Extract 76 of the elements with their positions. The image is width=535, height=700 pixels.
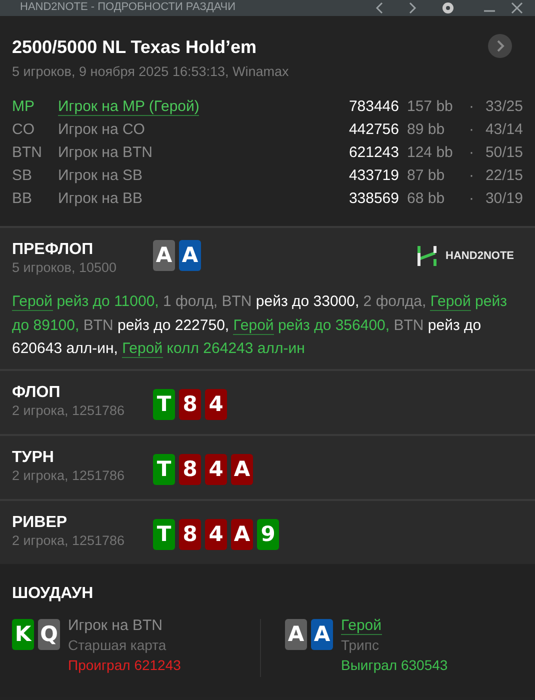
- playing-card: A: [311, 618, 333, 650]
- hero-link[interactable]: Герой: [341, 616, 382, 634]
- player-position: BTN: [12, 143, 43, 164]
- player-position: BB: [12, 189, 34, 210]
- separator-dot: ·: [469, 189, 475, 210]
- street-name: РИВЕР: [12, 512, 68, 532]
- settings-icon[interactable]: [442, 2, 454, 14]
- hero-link[interactable]: Герой: [12, 293, 53, 311]
- player-bb: 68 bb: [407, 189, 446, 210]
- player-stats: 33/25: [484, 97, 523, 118]
- player-position: SB: [12, 166, 34, 186]
- street-name: ФЛОП: [12, 382, 62, 402]
- playing-card: 4: [205, 454, 227, 484]
- player-name[interactable]: Игрок на SB: [58, 167, 142, 184]
- player-name[interactable]: Игрок на CO: [58, 121, 145, 138]
- street-name: ТУРН: [12, 448, 55, 466]
- separator-dot: ·: [469, 120, 475, 140]
- player-stack: 338569: [348, 189, 399, 210]
- playing-card: A: [231, 454, 253, 484]
- player-bb: 87 bb: [407, 166, 446, 186]
- playing-card: 8: [179, 454, 201, 484]
- playing-card: 8: [179, 518, 201, 550]
- player-stats: 30/19: [484, 189, 523, 210]
- street-info: 2 игрока, 1251786: [12, 532, 126, 548]
- player-name[interactable]: Игрок на BB: [58, 190, 142, 208]
- player-name[interactable]: Игрок на BTN: [58, 144, 152, 162]
- playing-card: T: [153, 518, 175, 550]
- action-sequence: Герой рейз до 11000, 1 фолд, BTN рейз до 33000, 2 фолда, Герой рейз до 89100, BTN рейз до 222750, Герой рейз до 356400, BTN рейз до 620643 алл-ин, Герой колл 264243 алл-ин: [12, 292, 508, 360]
- window-title: HAND2NOTE - ПОДРОБНОСТИ РАЗДАЧИ: [20, 1, 236, 14]
- hero-link[interactable]: Герой: [122, 340, 163, 358]
- playing-card: Q: [38, 618, 60, 650]
- playing-card: 8: [179, 388, 201, 420]
- player-stack: 433719: [348, 166, 399, 186]
- playing-card: K: [12, 618, 34, 650]
- street-info: 5 игроков, 10500: [12, 259, 118, 276]
- player-position: MP: [12, 97, 36, 118]
- player-name[interactable]: Игрок на MP (Герой): [58, 98, 200, 116]
- playing-card: 4: [205, 388, 227, 420]
- separator-dot: ·: [469, 143, 475, 164]
- hero-link[interactable]: Герой: [233, 316, 274, 334]
- playing-card: 4: [205, 518, 227, 550]
- playing-card: A: [285, 618, 307, 650]
- hand-title: 2500/5000 NL Texas Hold’em: [12, 36, 258, 58]
- logo-text: HAND2NOTE: [446, 248, 514, 264]
- next-button[interactable]: [488, 34, 512, 58]
- player-bb: 157 bb: [407, 97, 454, 118]
- hand-subtitle: 5 игроков, 9 ноября 2025 16:53:13, Winamax: [12, 63, 289, 81]
- hand-combination: Трипс: [341, 636, 380, 654]
- player-stats: 43/14: [484, 120, 523, 140]
- street-info: 2 игрока, 1251786: [12, 466, 126, 484]
- playing-card: A: [153, 240, 175, 271]
- player-bb: 89 bb: [407, 120, 446, 140]
- hand-result: Проиграл 621243: [68, 656, 181, 675]
- separator-dot: ·: [469, 166, 475, 186]
- player-position: CO: [12, 120, 36, 140]
- player-stack: 621243: [348, 143, 399, 164]
- hand-combination: Старшая карта: [68, 636, 168, 654]
- player-stats: 50/15: [484, 143, 523, 164]
- logo-icon: [416, 245, 438, 267]
- playing-card: 9: [257, 518, 279, 550]
- player-stack: 783446: [348, 97, 399, 118]
- hand-result: Выиграл 630543: [341, 656, 448, 675]
- player-name: Игрок на BTN: [68, 616, 162, 634]
- showdown-title: ШОУДАУН: [12, 584, 94, 602]
- close-icon[interactable]: [511, 2, 523, 14]
- separator-dot: ·: [469, 97, 475, 118]
- player-bb: 124 bb: [407, 143, 454, 164]
- playing-card: T: [153, 454, 175, 484]
- player-stack: 442756: [348, 120, 399, 140]
- street-info: 2 игрока, 1251786: [12, 402, 126, 418]
- hero-link[interactable]: Герой: [430, 293, 471, 311]
- playing-card: T: [153, 388, 175, 420]
- street-name: ПРЕФЛОП: [12, 240, 94, 259]
- playing-card: A: [179, 240, 201, 271]
- playing-card: A: [231, 518, 253, 550]
- player-stats: 22/15: [484, 166, 523, 186]
